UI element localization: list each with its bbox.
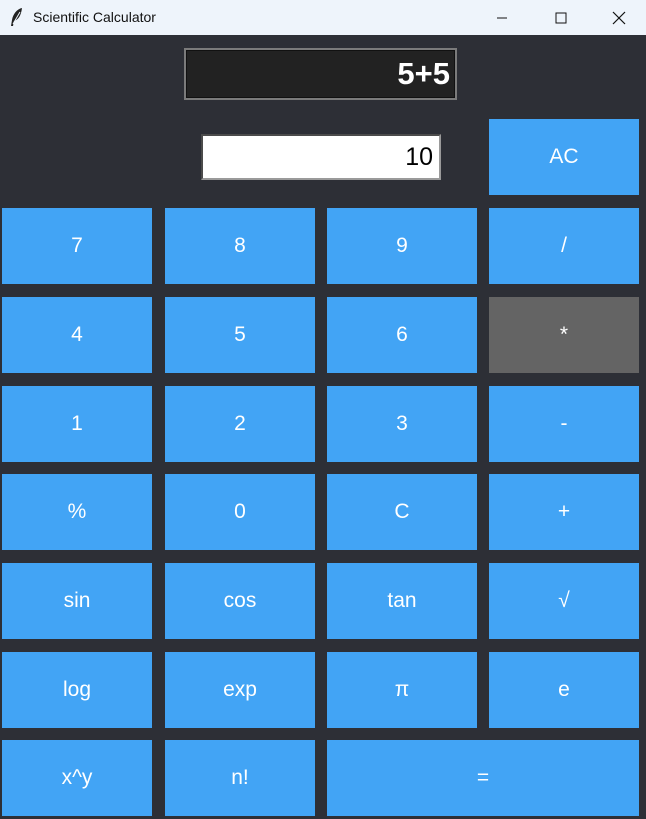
equals-button[interactable]: = bbox=[327, 740, 639, 816]
digit-7-button[interactable]: 7 bbox=[2, 208, 152, 284]
expression-display: 5+5 bbox=[184, 48, 457, 100]
pi-button[interactable]: π bbox=[327, 652, 477, 728]
divide-button[interactable]: / bbox=[489, 208, 639, 284]
close-icon bbox=[612, 11, 626, 24]
minimize-icon bbox=[497, 17, 507, 18]
minimize-button[interactable] bbox=[473, 0, 531, 35]
maximize-icon bbox=[555, 12, 567, 23]
log-button[interactable]: log bbox=[2, 652, 152, 728]
maximize-button[interactable] bbox=[532, 0, 590, 35]
calculator-body: 5+5 AC 7 8 9 / 4 5 6 * 1 2 3 - % 0 C + s… bbox=[0, 35, 646, 819]
digit-2-button[interactable]: 2 bbox=[165, 386, 315, 462]
multiply-button[interactable]: * bbox=[489, 297, 639, 373]
tan-button[interactable]: tan bbox=[327, 563, 477, 639]
digit-5-button[interactable]: 5 bbox=[165, 297, 315, 373]
digit-9-button[interactable]: 9 bbox=[327, 208, 477, 284]
digit-8-button[interactable]: 8 bbox=[165, 208, 315, 284]
all-clear-button[interactable]: AC bbox=[489, 119, 639, 195]
power-button[interactable]: x^y bbox=[2, 740, 152, 816]
sqrt-button[interactable]: √ bbox=[489, 563, 639, 639]
close-button[interactable] bbox=[590, 0, 646, 35]
digit-0-button[interactable]: 0 bbox=[165, 474, 315, 550]
sin-button[interactable]: sin bbox=[2, 563, 152, 639]
result-field[interactable] bbox=[201, 134, 441, 180]
euler-button[interactable]: e bbox=[489, 652, 639, 728]
window-title: Scientific Calculator bbox=[33, 9, 156, 25]
digit-1-button[interactable]: 1 bbox=[2, 386, 152, 462]
factorial-button[interactable]: n! bbox=[165, 740, 315, 816]
percent-button[interactable]: % bbox=[2, 474, 152, 550]
digit-6-button[interactable]: 6 bbox=[327, 297, 477, 373]
exp-button[interactable]: exp bbox=[165, 652, 315, 728]
cos-button[interactable]: cos bbox=[165, 563, 315, 639]
title-bar: Scientific Calculator bbox=[0, 0, 646, 35]
digit-3-button[interactable]: 3 bbox=[327, 386, 477, 462]
digit-4-button[interactable]: 4 bbox=[2, 297, 152, 373]
clear-button[interactable]: C bbox=[327, 474, 477, 550]
feather-icon bbox=[9, 7, 25, 27]
add-button[interactable]: + bbox=[489, 474, 639, 550]
subtract-button[interactable]: - bbox=[489, 386, 639, 462]
